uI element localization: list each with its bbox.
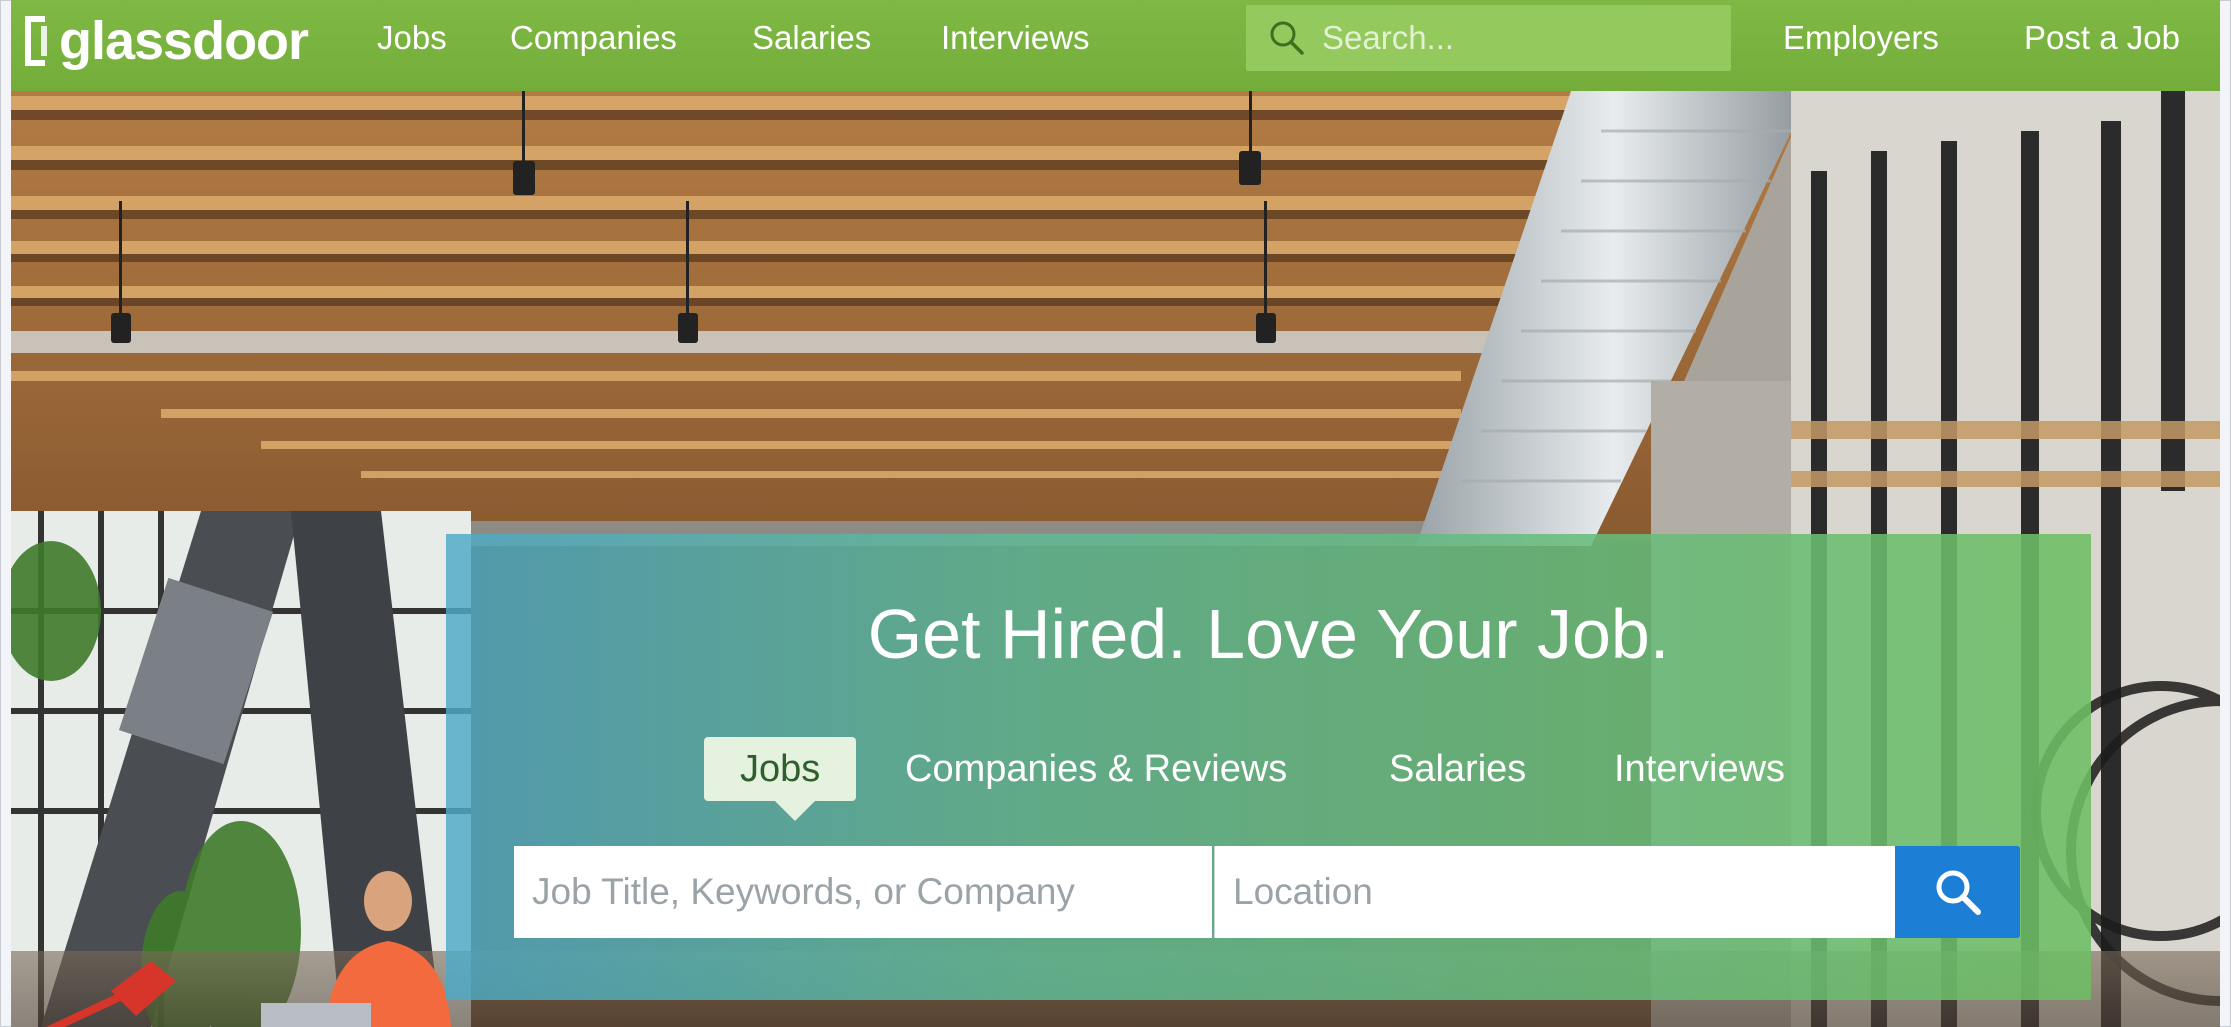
tab-salaries[interactable]: Salaries xyxy=(1389,737,1526,801)
hero-search-panel: Get Hired. Love Your Job. Jobs Companies… xyxy=(446,534,2091,1000)
nav-companies[interactable]: Companies xyxy=(510,18,677,58)
header-search[interactable] xyxy=(1246,5,1731,71)
active-tab-pointer xyxy=(775,801,815,821)
nav-employers[interactable]: Employers xyxy=(1783,18,1939,58)
hero-headline: Get Hired. Love Your Job. xyxy=(867,595,1670,673)
search-icon xyxy=(1936,870,1981,915)
glassdoor-logo-icon xyxy=(25,16,47,66)
search-submit-button[interactable] xyxy=(1895,846,2020,938)
search-icon xyxy=(1270,21,1304,55)
nav-post-a-job[interactable]: Post a Job xyxy=(2024,18,2180,58)
top-navigation-bar: glassdoor Jobs Companies Salaries Interv… xyxy=(11,0,2220,91)
location-input[interactable] xyxy=(1214,846,1895,938)
logo-wordmark: glassdoor xyxy=(59,11,309,71)
tab-interviews[interactable]: Interviews xyxy=(1614,737,1785,801)
nav-salaries[interactable]: Salaries xyxy=(752,18,871,58)
nav-jobs[interactable]: Jobs xyxy=(377,18,447,58)
tab-companies-reviews[interactable]: Companies & Reviews xyxy=(905,737,1287,801)
glassdoor-logo[interactable]: glassdoor xyxy=(19,10,309,72)
nav-interviews[interactable]: Interviews xyxy=(941,18,1090,58)
job-keyword-input[interactable] xyxy=(514,846,1212,938)
header-search-input[interactable] xyxy=(1320,18,1724,58)
tab-jobs[interactable]: Jobs xyxy=(704,737,857,801)
